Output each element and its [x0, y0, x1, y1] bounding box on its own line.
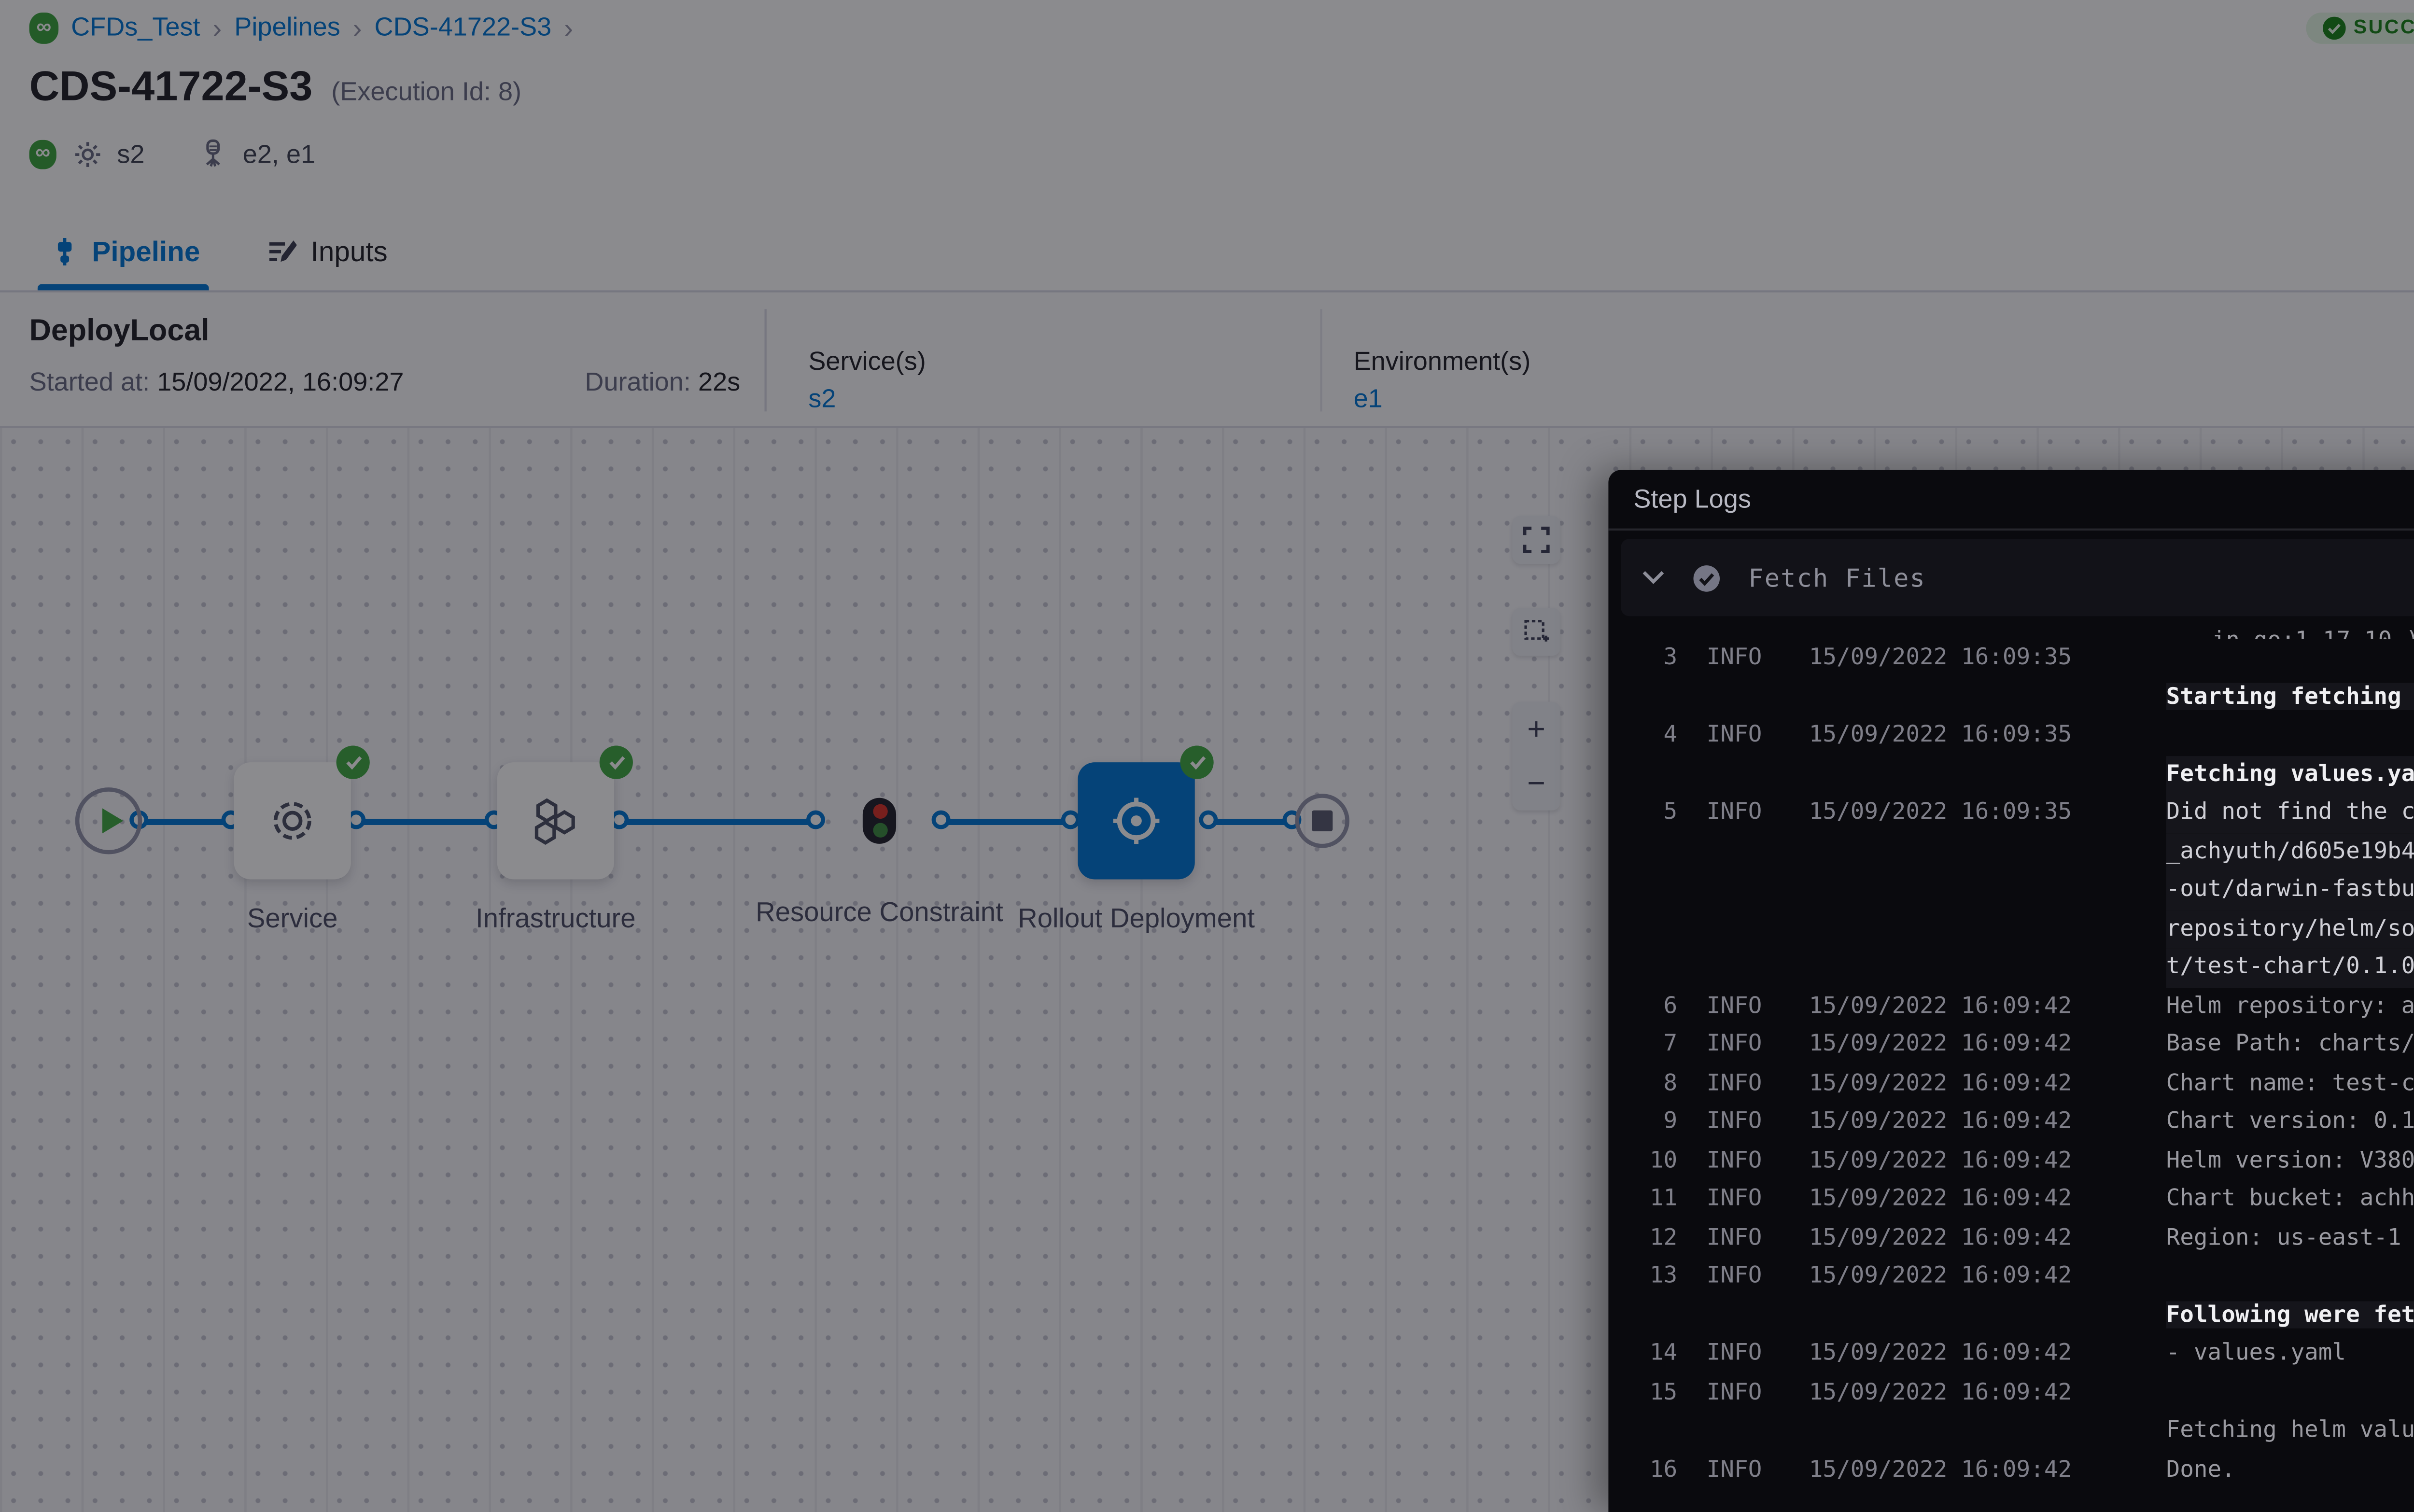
log-section-header[interactable]: Fetch Files ↑ ↓ 9s [1621, 539, 2414, 616]
log-row: 13INFO15/09/2022 16:09:42 [1608, 1258, 2414, 1296]
log-row: 12INFO15/09/2022 16:09:42Region: us-east… [1608, 1219, 2414, 1258]
log-row: t/test-chart/0.1.0 [1608, 948, 2414, 987]
step-logs-body: Fetch Files ↑ ↓ 9s in go:1.17.10 )3INFO1… [1608, 531, 2414, 1510]
log-row: 5INFO15/09/2022 16:09:35Did not find the… [1608, 794, 2414, 832]
log-row: Starting fetching Helm values [1608, 678, 2414, 716]
app-root: ∞ CFDs_Test › Pipelines › CDS-41722-S3 ›… [0, 0, 2414, 1512]
log-row: 16INFO15/09/2022 16:09:42Done. [1608, 1451, 2414, 1489]
log-row: 6INFO15/09/2022 16:09:42Helm repository:… [1608, 987, 2414, 1025]
step-logs-title: Step Logs [1633, 485, 1751, 514]
log-row: repository/helm/source/93602db7-89f2-317… [1608, 910, 2414, 948]
log-row: 15INFO15/09/2022 16:09:42 [1608, 1373, 2414, 1412]
log-row: 3INFO15/09/2022 16:09:35 [1608, 639, 2414, 678]
log-row: -out/darwin-fastbuild/bin/260-delegate/e… [1608, 871, 2414, 910]
log-row: 9INFO15/09/2022 16:09:42Chart version: 0… [1608, 1103, 2414, 1141]
log-row: Fetching helm values completed successfu… [1608, 1412, 2414, 1451]
log-row: 10INFO15/09/2022 16:09:42Helm version: V… [1608, 1141, 2414, 1180]
log-row: Fetching values.yaml from helm chart rep… [1608, 755, 2414, 794]
log-row: in go:1.17.10 ) [1608, 622, 2414, 639]
log-row: _achyuth/d605e19b46448ceaacb01fb4c19633a… [1608, 832, 2414, 871]
step-success-icon [1692, 563, 1721, 592]
step-logs-drawer: Step Logs Console View Fetch Files [1608, 470, 2414, 1512]
log-rows: in go:1.17.10 )3INFO15/09/2022 16:09:35S… [1608, 622, 2414, 1489]
step-logs-header: Step Logs Console View [1608, 470, 2414, 530]
log-row: Following were fetched successfully : [1608, 1296, 2414, 1335]
log-row: 14INFO15/09/2022 16:09:42- values.yaml [1608, 1335, 2414, 1373]
chevron-down-icon [1642, 570, 1665, 585]
log-row: 4INFO15/09/2022 16:09:35 [1608, 716, 2414, 755]
log-row: 7INFO15/09/2022 16:09:42Base Path: chart… [1608, 1025, 2414, 1064]
log-section-title: Fetch Files [1748, 563, 1926, 592]
log-row: 11INFO15/09/2022 16:09:42Chart bucket: a… [1608, 1180, 2414, 1218]
log-row: 8INFO15/09/2022 16:09:42Chart name: test… [1608, 1064, 2414, 1103]
